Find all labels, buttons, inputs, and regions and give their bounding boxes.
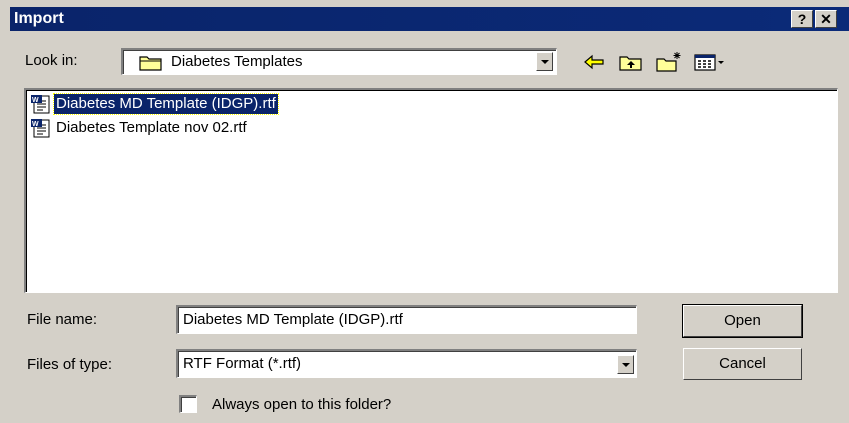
rtf-document-icon: W <box>30 94 52 114</box>
file-list[interactable]: W Diabetes MD Template (IDGP).rtf W Diab… <box>24 88 838 293</box>
files-of-type-combo[interactable]: RTF Format (*.rtf) <box>176 349 637 378</box>
svg-text:W: W <box>32 121 39 128</box>
import-dialog: Import ? ✕ Look in: Diabetes Templates W… <box>0 0 849 423</box>
close-button[interactable]: ✕ <box>815 10 837 28</box>
back-arrow-icon[interactable] <box>581 50 609 74</box>
file-name-label: File name: <box>27 311 98 328</box>
open-button[interactable]: Open <box>682 304 803 338</box>
view-menu-icon[interactable] <box>693 50 727 74</box>
look-in-combo[interactable]: Diabetes Templates <box>121 48 557 75</box>
always-open-label: Always open to this folder? <box>212 396 392 413</box>
cancel-button[interactable]: Cancel <box>683 348 802 380</box>
look-in-label: Look in: <box>25 52 78 69</box>
folder-icon <box>138 52 164 76</box>
title-bar[interactable]: Import ? ✕ <box>10 7 849 31</box>
help-button[interactable]: ? <box>791 10 813 28</box>
look-in-dropdown-arrow[interactable] <box>536 52 553 71</box>
up-one-level-icon[interactable] <box>617 50 645 74</box>
list-item[interactable]: W Diabetes MD Template (IDGP).rtf <box>30 93 279 115</box>
window-title: Import <box>14 10 64 27</box>
file-name: Diabetes Template nov 02.rtf <box>56 119 247 136</box>
files-of-type-label: Files of type: <box>27 356 113 373</box>
file-name-value: Diabetes MD Template (IDGP).rtf <box>183 311 403 328</box>
rtf-document-icon: W <box>30 118 52 138</box>
file-name-input[interactable]: Diabetes MD Template (IDGP).rtf <box>176 305 637 334</box>
files-of-type-dropdown-arrow[interactable] <box>617 355 634 374</box>
files-of-type-value: RTF Format (*.rtf) <box>183 355 302 372</box>
new-folder-icon[interactable] <box>655 50 683 74</box>
list-item[interactable]: W Diabetes Template nov 02.rtf <box>30 118 249 138</box>
svg-text:W: W <box>32 97 39 104</box>
look-in-value: Diabetes Templates <box>171 53 303 70</box>
always-open-checkbox[interactable] <box>179 395 197 413</box>
file-name: Diabetes MD Template (IDGP).rtf <box>53 93 279 115</box>
